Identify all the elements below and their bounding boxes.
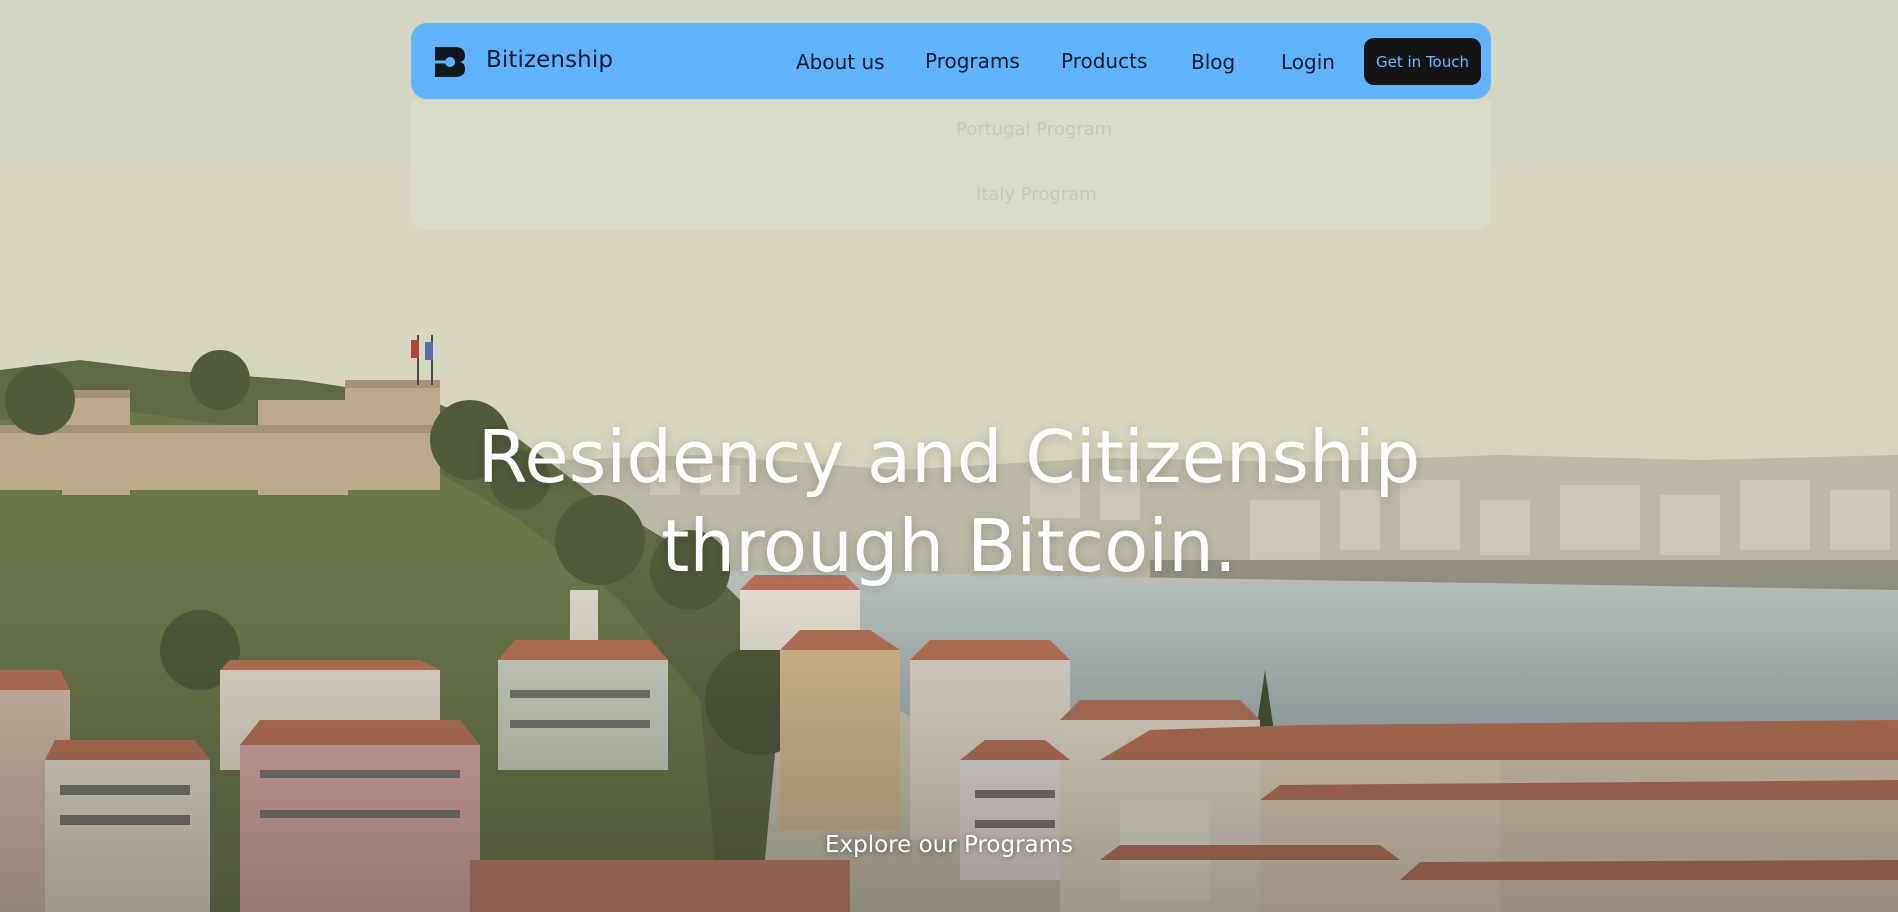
programs-dropdown-menu: Portugal Program Italy Program	[411, 100, 1491, 230]
hero-headline-line-2: through Bitcoin.	[661, 504, 1237, 589]
hero-headline: Residency and Citizenship through Bitcoi…	[0, 413, 1898, 591]
bitizenship-logo-icon[interactable]	[433, 45, 467, 79]
nav-products[interactable]: Products	[1061, 49, 1147, 73]
get-in-touch-button[interactable]: Get in Touch	[1364, 38, 1481, 85]
explore-programs-link[interactable]: Explore our Programs	[0, 832, 1898, 858]
hero-headline-line-1: Residency and Citizenship	[477, 415, 1421, 500]
top-navigation-bar: Bitizenship About us Programs Products B…	[411, 23, 1491, 99]
brand-name[interactable]: Bitizenship	[486, 47, 613, 73]
nav-about-us[interactable]: About us	[796, 50, 885, 74]
dropdown-item-italy[interactable]: Italy Program	[976, 184, 1097, 205]
dropdown-item-portugal[interactable]: Portugal Program	[956, 119, 1112, 140]
nav-blog[interactable]: Blog	[1191, 50, 1235, 74]
nav-login[interactable]: Login	[1281, 50, 1335, 74]
nav-programs[interactable]: Programs	[925, 49, 1020, 73]
